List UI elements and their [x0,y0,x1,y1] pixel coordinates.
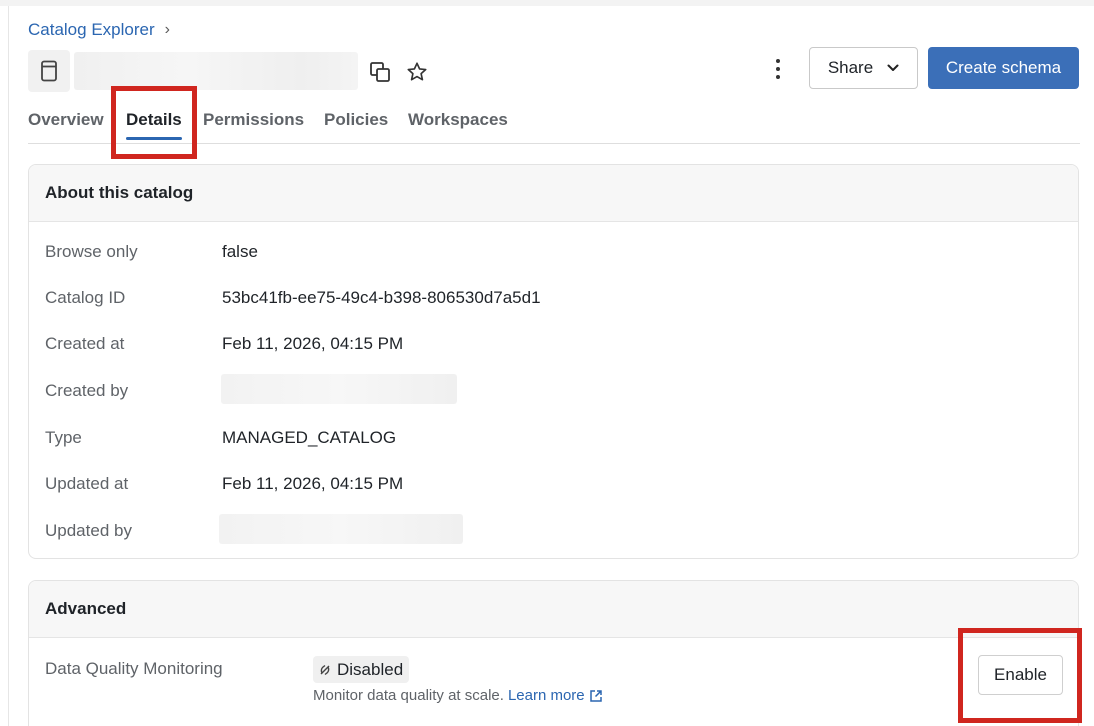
chevron-right-icon: › [164,21,170,38]
detail-label: Browse only [45,242,138,261]
detail-value: false [222,242,258,261]
tab-workspaces[interactable]: Workspaces [408,110,508,130]
status-badge-label: Disabled [337,659,404,679]
detail-label: Updated at [45,474,129,493]
left-border [8,6,9,726]
enable-button-highlight [958,628,1082,723]
learn-more-link[interactable]: Learn more [508,687,585,704]
detail-row: Updated by [45,519,222,543]
detail-label: Created by [45,381,129,400]
top-strip [0,0,1094,6]
detail-row: Created by [45,379,222,403]
catalog-name-redacted [74,52,358,90]
learn-more-label: Learn more [507,687,585,704]
data-quality-monitoring-label: Data Quality Monitoring [45,659,223,678]
detail-value: Feb 11, 2026, 04:15 PM [222,474,404,493]
updated-by-redacted [219,514,463,544]
detail-label: Type [45,428,82,447]
about-card: About this catalog Browse only false Cat… [28,164,1079,559]
create-schema-button[interactable]: Create schema [928,47,1079,89]
detail-row: Updated at Feb 11, 2026, 04:15 PM [45,472,403,496]
detail-value: MANAGED_CATALOG [222,428,397,447]
share-button-label: Share [827,58,874,77]
share-button[interactable]: Share [809,47,918,89]
created-by-redacted [221,374,457,404]
chevron-down-icon [887,64,899,71]
copy-icon[interactable] [369,61,391,83]
advanced-card-title: Advanced [29,581,1078,638]
dqm-description-text: Monitor data quality at scale. [313,687,504,704]
breadcrumb-catalog-explorer[interactable]: Catalog Explorer [28,20,155,40]
catalog-icon [28,50,70,92]
detail-row: Browse only false [45,240,258,264]
details-tab-highlight [111,86,197,159]
advanced-card: Advanced Data Quality Monitoring Disable… [28,580,1079,726]
external-link-icon[interactable] [589,689,603,703]
star-icon[interactable] [406,61,428,83]
more-options-icon[interactable] [766,56,790,82]
detail-row: Catalog ID 53bc41fb-ee75-49c4-b398-80653… [45,286,541,310]
detail-label: Updated by [45,521,132,540]
tab-permissions[interactable]: Permissions [203,110,304,130]
detail-label: Catalog ID [45,288,126,307]
tab-policies[interactable]: Policies [324,110,388,130]
detail-label: Created at [45,334,125,353]
detail-value: Feb 11, 2026, 04:15 PM [222,334,404,353]
breadcrumb: Catalog Explorer › [28,19,170,41]
disabled-icon [320,664,330,675]
about-card-title: About this catalog [29,165,1078,222]
tab-overview[interactable]: Overview [28,110,104,130]
detail-row: Created at Feb 11, 2026, 04:15 PM [45,332,403,356]
detail-row: Type MANAGED_CATALOG [45,426,396,450]
status-badge: Disabled [313,656,410,683]
dqm-description: Monitor data quality at scale. Learn mor… [313,687,603,704]
detail-value: 53bc41fb-ee75-49c4-b398-806530d7a5d1 [222,288,541,307]
